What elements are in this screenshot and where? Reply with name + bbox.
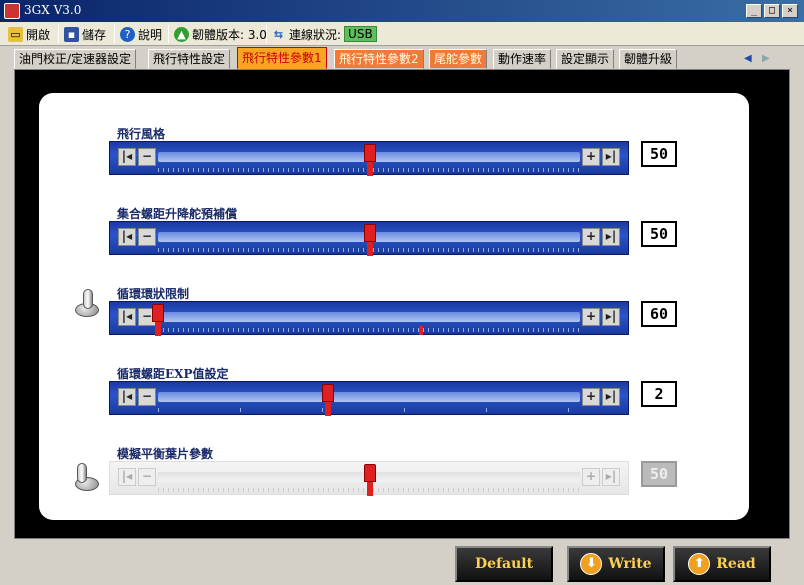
slider-max-button[interactable]: ▸| [602,388,620,406]
action-bar: Default ⬇ Write ⬆ Read [0,540,804,585]
slider-label-cyclic-exp: 循環螺距EXP值設定 [117,367,229,381]
tab-action-rate[interactable]: 動作速率 [493,49,552,69]
arrow-up-icon: ⬆ [688,553,711,575]
minimize-button[interactable]: _ [746,4,762,18]
slider-min-button[interactable]: |◂ [118,228,136,246]
slider-thumb [364,462,376,496]
toolbar-divider [114,25,115,43]
slider-increment-button[interactable]: + [582,308,600,326]
tab-scroll-right-icon[interactable]: ▶ [762,53,770,64]
title-bar: 3GX V3.0 _ □ × [0,0,804,22]
firmware-version: ▲ 韌體版本: 3.0 [174,24,267,44]
slider-collective-elevator-precomp[interactable]: |◂ − + ▸| [109,221,629,256]
slider-decrement-button[interactable]: − [138,148,156,166]
tab-bar: 油門校正/定速器設定 飛行特性設定 飛行特性參數1 飛行特性參數2 尾舵參數 動… [0,47,804,69]
save-label: 儲存 [82,27,107,42]
slider-thumb[interactable] [152,302,164,336]
slider-label-flight-style: 飛行風格 [117,127,166,141]
slider-min-button: |◂ [118,468,136,486]
default-label: Default [474,556,534,572]
arrow-down-icon: ⬇ [580,553,603,575]
toggle-switch-flybar-sim[interactable] [73,463,103,495]
tab-rudder-params[interactable]: 尾舵參數 [429,49,488,69]
transfer-arrows-icon: ⇆ [273,27,284,41]
value-flybar-sim: 50 [641,461,677,487]
help-icon: ? [120,26,135,42]
tab-flight-characteristics[interactable]: 飛行特性設定 [148,49,231,69]
value-flight-style: 50 [641,141,677,167]
open-label: 開啟 [26,27,51,42]
read-button[interactable]: ⬆ Read [673,546,771,582]
slider-min-button[interactable]: |◂ [118,308,136,326]
settings-panel: 飛行風格 |◂ − + ▸| 50 集合螺距升降舵預補償 |◂ − + ▸| 5… [39,93,749,520]
value-collective-elevator-precomp: 50 [641,221,677,247]
value-cyclic-exp: 2 [641,381,677,407]
slider-max-button[interactable]: ▸| [602,228,620,246]
tab-scroll-left-icon[interactable]: ◀ [744,53,752,64]
slider-cyclic-exp[interactable]: |◂ − + ▸| [109,381,629,416]
slider-label-cyclic-ring-limit: 循環環狀限制 [117,287,190,301]
default-button[interactable]: Default [455,546,553,582]
slider-thumb[interactable] [321,382,334,416]
maximize-button[interactable]: □ [764,4,780,18]
tab-throttle-calibration[interactable]: 油門校正/定速器設定 [14,49,137,69]
usb-status-badge: USB [344,26,377,42]
value-cyclic-ring-limit: 60 [641,301,677,327]
slider-ticks [158,408,580,412]
content-frame: 飛行風格 |◂ − + ▸| 50 集合螺距升降舵預補償 |◂ − + ▸| 5… [14,69,790,539]
open-button[interactable]: ▭ 開啟 [8,24,50,44]
firmware-label: 韌體版本: 3.0 [192,27,267,42]
read-label: Read [716,556,756,572]
slider-increment-button[interactable]: + [582,148,600,166]
slider-decrement-button: − [138,468,156,486]
slider-label-collective-elevator-precomp: 集合螺距升降舵預補償 [117,207,238,221]
connection-status: ⇆ 連線狀況: USB [271,24,377,44]
slider-increment-button[interactable]: + [582,228,600,246]
tab-settings-display[interactable]: 設定顯示 [556,49,615,69]
folder-icon: ▭ [8,26,23,42]
window-title: 3GX V3.0 [24,3,82,17]
slider-thumb[interactable] [364,142,376,176]
slider-label-flybar-sim: 模擬平衡葉片參數 [117,447,214,461]
close-button[interactable]: × [782,4,798,18]
slider-max-button[interactable]: ▸| [602,308,620,326]
app-icon [4,3,20,19]
toolbar: ▭ 開啟 ▪ 儲存 ? 說明 ▲ 韌體版本: 3.0 ⇆ 連線狀況: USB [0,22,804,46]
slider-ticks [158,328,580,332]
slider-increment-button: + [582,468,600,486]
slider-thumb[interactable] [364,222,376,256]
slider-decrement-button[interactable]: − [138,228,156,246]
help-label: 說明 [138,27,163,42]
slider-marker [418,326,423,335]
toggle-switch-cyclic-ring[interactable] [73,289,103,321]
slider-flight-style[interactable]: |◂ − + ▸| [109,141,629,176]
write-button[interactable]: ⬇ Write [567,546,665,582]
connection-label: 連線狀況: [289,27,342,42]
slider-cyclic-ring-limit[interactable]: |◂ − + ▸| [109,301,629,336]
slider-increment-button[interactable]: + [582,388,600,406]
slider-decrement-button[interactable]: − [138,388,156,406]
write-label: Write [608,556,652,572]
toolbar-divider [168,25,169,43]
slider-min-button[interactable]: |◂ [118,388,136,406]
slider-track[interactable] [158,312,580,322]
tab-firmware-upgrade[interactable]: 韌體升級 [619,49,678,69]
firmware-icon: ▲ [174,26,189,42]
slider-min-button[interactable]: |◂ [118,148,136,166]
disk-icon: ▪ [64,26,79,42]
slider-flybar-sim: |◂ − + ▸| [109,461,629,496]
slider-track[interactable] [158,392,580,402]
toolbar-divider [58,25,59,43]
slider-max-button: ▸| [602,468,620,486]
save-button[interactable]: ▪ 儲存 [64,24,106,44]
tab-flight-params-2[interactable]: 飛行特性參數2 [334,49,424,69]
tab-flight-params-1[interactable]: 飛行特性參數1 [237,47,327,69]
toolbar-divider [266,25,267,43]
help-button[interactable]: ? 說明 [120,24,162,44]
slider-max-button[interactable]: ▸| [602,148,620,166]
